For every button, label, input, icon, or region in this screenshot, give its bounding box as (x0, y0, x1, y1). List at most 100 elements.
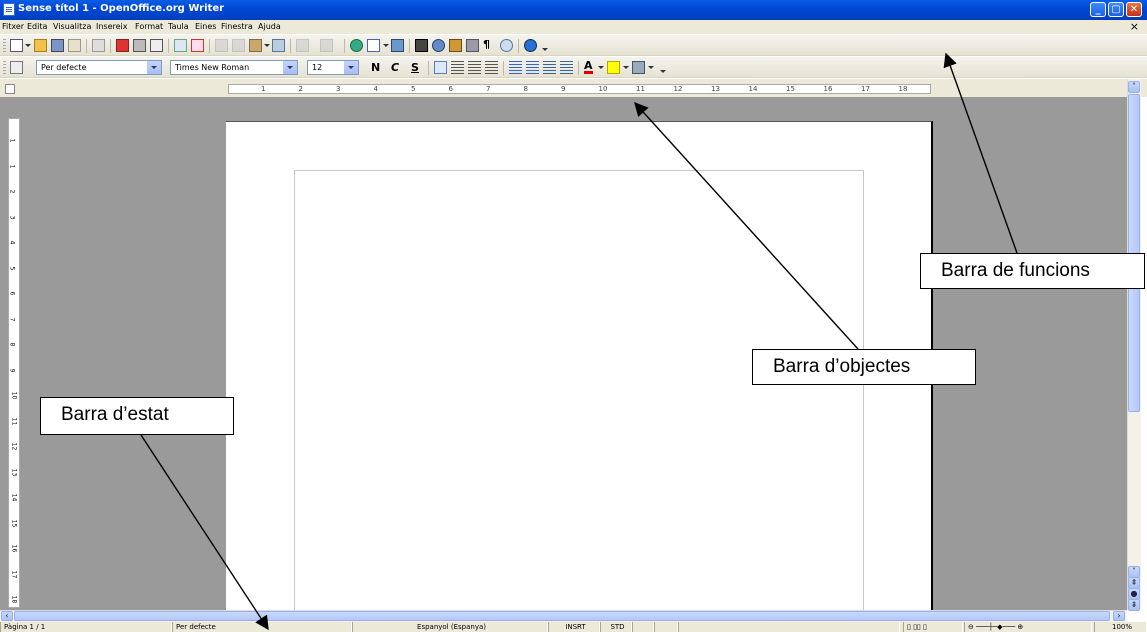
status-language[interactable]: Espanyol (Espanya) (352, 622, 548, 632)
email-icon[interactable] (68, 39, 81, 52)
status-page[interactable]: Pàgina 1 / 1 (0, 622, 172, 632)
underline-button[interactable]: S (411, 61, 419, 74)
menu-format[interactable]: Format (135, 22, 163, 31)
justify-icon[interactable] (485, 61, 498, 74)
writer-app-icon[interactable] (3, 3, 15, 16)
chevron-down-icon[interactable] (343, 61, 358, 74)
spellcheck-icon[interactable] (174, 39, 187, 52)
print-preview-icon[interactable] (150, 39, 163, 52)
ruler-tick-label: 12 (10, 442, 18, 451)
menu-fitxer[interactable]: Fitxer (2, 22, 24, 31)
numbering-icon[interactable] (509, 61, 522, 74)
next-page-icon[interactable]: ⇟ (1128, 599, 1140, 611)
zoom-slider[interactable]: ⊖ ───┼─◆─── ⊕ (964, 622, 1092, 632)
cut-icon[interactable] (215, 39, 228, 52)
bullets-icon[interactable] (526, 61, 539, 74)
horizontal-ruler[interactable]: 1 2 3 4 5 6 7 8 9 10 11 12 13 14 15 16 17 18 (228, 84, 931, 94)
open-folder-icon[interactable] (34, 39, 47, 52)
paste-icon[interactable] (249, 39, 262, 52)
object-bar: Per defecte Times New Roman 12 N C S A (0, 57, 1147, 78)
menu-ajuda[interactable]: Ajuda (258, 22, 281, 31)
new-dropdown-icon[interactable] (25, 44, 31, 47)
scroll-left-icon[interactable]: ‹ (1, 611, 13, 621)
redo-icon[interactable] (320, 39, 333, 52)
italic-button[interactable]: C (391, 61, 399, 74)
ruler-tick-label: 13 (10, 468, 18, 476)
menu-eines[interactable]: Eines (195, 22, 216, 31)
status-style[interactable]: Per defecte (172, 622, 352, 632)
menu-edita[interactable]: Edita (27, 22, 47, 31)
close-document-icon[interactable]: × (1130, 20, 1139, 33)
align-center-icon[interactable] (451, 61, 464, 74)
text-boundaries (294, 170, 864, 610)
horizontal-scroll-thumb[interactable] (14, 611, 1110, 621)
hyperlink-icon[interactable] (350, 39, 363, 52)
separator (578, 61, 579, 75)
show-draw-functions-icon[interactable] (391, 39, 404, 52)
new-document-icon[interactable] (10, 39, 23, 52)
ruler-tick-label: 5 (411, 85, 416, 93)
chevron-down-icon[interactable] (146, 61, 161, 74)
find-replace-icon[interactable] (415, 39, 428, 52)
font-size-combo[interactable]: 12 (307, 60, 359, 75)
undo-icon[interactable] (296, 39, 309, 52)
maximize-button[interactable]: ▢ (1108, 2, 1124, 17)
highlight-dropdown-icon[interactable] (623, 66, 629, 69)
table-icon[interactable] (367, 39, 380, 52)
separator (110, 39, 111, 53)
table-dropdown-icon[interactable] (383, 44, 389, 47)
toolbar-options-icon[interactable] (542, 48, 548, 51)
status-digital-signature[interactable] (654, 622, 678, 632)
styles-formatting-icon[interactable] (10, 61, 23, 74)
help-icon[interactable] (524, 39, 537, 52)
menu-insereix[interactable]: Insereix (96, 22, 128, 31)
status-insert-mode[interactable]: INSRT (548, 622, 600, 632)
gallery-icon[interactable] (449, 39, 462, 52)
menu-finestra[interactable]: Finestra (221, 22, 253, 31)
menu-visualitza[interactable]: Visualitza (53, 22, 91, 31)
scroll-up-icon[interactable]: ˄ (1128, 81, 1140, 93)
highlighting-icon[interactable] (607, 61, 620, 74)
chevron-down-icon[interactable] (282, 61, 297, 74)
menu-taula[interactable]: Taula (168, 22, 189, 31)
autospellcheck-icon[interactable] (191, 39, 204, 52)
background-dropdown-icon[interactable] (648, 66, 654, 69)
close-button[interactable]: ✕ (1126, 2, 1142, 17)
toolbar-grip-icon[interactable] (3, 39, 6, 52)
status-zoom[interactable]: 100% (1094, 622, 1147, 632)
scroll-right-icon[interactable]: › (1113, 611, 1125, 621)
status-document-modified[interactable] (632, 622, 654, 632)
align-left-icon[interactable] (434, 61, 447, 74)
font-color-dropdown-icon[interactable] (598, 66, 604, 69)
copy-icon[interactable] (232, 39, 245, 52)
print-icon[interactable] (133, 39, 146, 52)
separator (409, 39, 410, 53)
font-color-icon[interactable]: A (584, 60, 593, 74)
toolbar-options-icon[interactable] (660, 70, 666, 73)
formatting-marks-icon[interactable]: ¶ (483, 38, 496, 51)
tab-stop-selector-icon[interactable] (5, 84, 15, 94)
paste-dropdown-icon[interactable] (264, 44, 270, 47)
navigator-icon[interactable] (432, 39, 445, 52)
ruler-tick-label: 1 (261, 85, 266, 93)
increase-indent-icon[interactable] (560, 61, 573, 74)
status-selection-mode[interactable]: STD (600, 622, 632, 632)
align-right-icon[interactable] (468, 61, 481, 74)
vertical-ruler[interactable]: 1 1 2 3 4 5 6 7 8 9 10 11 12 13 14 15 16 17 18 (8, 118, 20, 608)
clone-format-icon[interactable] (272, 39, 285, 52)
toolbar-grip-icon[interactable] (3, 61, 6, 74)
background-color-icon[interactable] (632, 61, 645, 74)
ruler-tick-label: 17 (10, 570, 18, 578)
font-name-combo[interactable]: Times New Roman (170, 60, 298, 75)
paragraph-style-combo[interactable]: Per defecte (36, 60, 162, 75)
bold-button[interactable]: N (371, 61, 380, 74)
save-icon[interactable] (51, 39, 64, 52)
edit-file-icon[interactable] (92, 39, 105, 52)
view-layout-icons[interactable]: ▯ ▯▯ ▯ (903, 622, 963, 632)
zoom-icon[interactable] (500, 39, 513, 52)
decrease-indent-icon[interactable] (543, 61, 556, 74)
minimize-button[interactable]: _ (1090, 2, 1106, 17)
ruler-tick-label: 1 (8, 164, 16, 168)
data-sources-icon[interactable] (466, 39, 479, 52)
export-pdf-icon[interactable] (116, 39, 129, 52)
